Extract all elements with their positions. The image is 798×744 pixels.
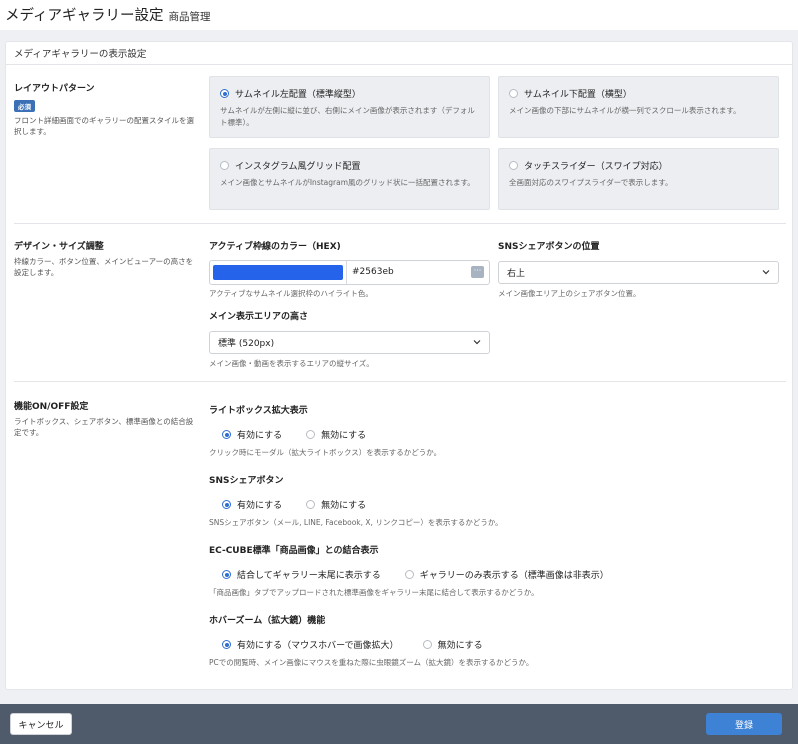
page-title: メディアギャラリー設定 (5, 8, 164, 24)
sns-label: SNSシェアボタン (209, 476, 284, 486)
design-title: デザイン・サイズ調整 (14, 242, 104, 252)
merge-help: 「商品画像」タブでアップロードされた標準画像をギャラリー末尾に結合して表示するか… (209, 588, 539, 597)
lightbox-label: ライトボックス拡大表示 (209, 406, 308, 416)
page-subtitle: 商品管理 (168, 11, 211, 23)
design-desc: 枠線カラー、ボタン位置、メインビューアーの高さを設定します。 (14, 257, 194, 277)
hover-help: PCでの閲覧時、メイン画像にマウスを重ねた際に虫眼鏡ズーム（拡大鏡）を表示するか… (209, 658, 534, 667)
merge-on-option[interactable]: 結合してギャラリー末尾に表示する (222, 568, 381, 581)
select-value: 右上 (507, 269, 526, 279)
hover-options: 有効にする（マウスホバーで画像拡大） 無効にする (222, 638, 507, 651)
radio-icon[interactable] (422, 640, 432, 649)
hover-on-option[interactable]: 有効にする（マウスホバーで画像拡大） (222, 638, 399, 651)
layout-title: レイアウトパターン (14, 84, 95, 94)
cancel-button[interactable]: キャンセル (10, 713, 72, 735)
option-label: 有効にする（マウスホバーで画像拡大） (237, 641, 399, 651)
page-header: メディアギャラリー設定 商品管理 (0, 0, 798, 30)
option-desc: メイン画像の下部にサムネイルが横一列でスクロール表示されます。 (509, 106, 741, 115)
sns-position-select[interactable]: 右上 (498, 261, 779, 284)
lightbox-off-option[interactable]: 無効にする (306, 428, 366, 441)
lightbox-options: 有効にする 無効にする (222, 428, 390, 441)
radio-icon[interactable] (306, 430, 316, 439)
option-label: 結合してギャラリー末尾に表示する (237, 571, 381, 581)
more-icon[interactable]: ··· (471, 266, 484, 278)
option-label: ギャラリーのみ表示する（標準画像は非表示） (419, 571, 609, 581)
divider (14, 381, 786, 382)
radio-icon[interactable] (306, 500, 316, 509)
option-label: 無効にする (437, 641, 483, 651)
radio-icon[interactable] (220, 161, 229, 170)
option-label: タッチスライダー（スワイプ対応） (524, 162, 668, 172)
layout-desc: フロント詳細画面でのギャラリーの配置スタイルを選択します。 (14, 116, 194, 136)
design-section-label: デザイン・サイズ調整 枠線カラー、ボタン位置、メインビューアーの高さを設定します… (14, 239, 199, 278)
radio-icon[interactable] (509, 161, 518, 170)
option-desc: サムネイルが左側に縦に並び、右側にメイン画像が表示されます（デフォルト標準）。 (220, 106, 475, 127)
option-label: サムネイル左配置（標準縦型） (235, 90, 361, 100)
chevron-down-icon (473, 340, 481, 345)
required-badge: 必須 (14, 100, 35, 112)
radio-selected-icon[interactable] (222, 500, 231, 509)
main-height-label: メイン表示エリアの高さ (209, 312, 309, 322)
layout-option-bottom[interactable]: サムネイル下配置（横型） メイン画像の下部にサムネイルが横一列でスクロール表示さ… (498, 76, 779, 138)
color-field-label: アクティブ枠線のカラー（HEX) (209, 242, 341, 252)
layout-option-slider[interactable]: タッチスライダー（スワイプ対応） 全画面対応のスワイプスライダーで表示します。 (498, 148, 779, 210)
hover-off-option[interactable]: 無効にする (422, 638, 483, 651)
sns-position-help: メイン画像エリア上のシェアボタン位置。 (498, 289, 641, 298)
hex-input[interactable]: #2563eb (352, 267, 394, 277)
lightbox-on-option[interactable]: 有効にする (222, 428, 282, 441)
select-value: 標準 (520px) (218, 339, 275, 349)
hover-label: ホバーズーム（拡大鏡）機能 (209, 616, 326, 626)
color-help: アクティブなサムネイル選択枠のハイライト色。 (209, 289, 373, 298)
radio-selected-icon[interactable] (222, 640, 231, 649)
footer-bar: キャンセル 登録 (0, 704, 798, 744)
main-height-select[interactable]: 標準 (520px) (209, 331, 490, 354)
feature-title: 機能ON/OFF設定 (14, 402, 89, 412)
sns-on-option[interactable]: 有効にする (222, 498, 282, 511)
layout-option-left[interactable]: サムネイル左配置（標準縦型） サムネイルが左側に縦に並び、右側にメイン画像が表示… (209, 76, 490, 138)
color-picker-field[interactable]: #2563eb ··· (209, 260, 490, 285)
radio-selected-icon[interactable] (222, 430, 231, 439)
feature-desc: ライトボックス、シェアボタン、標準画像との結合設定です。 (14, 417, 194, 437)
chevron-down-icon (762, 270, 770, 275)
separator (346, 261, 347, 284)
feature-section-label: 機能ON/OFF設定 ライトボックス、シェアボタン、標準画像との結合設定です。 (14, 399, 199, 438)
option-label: サムネイル下配置（横型） (524, 90, 632, 100)
option-label: 有効にする (237, 501, 283, 511)
sns-off-option[interactable]: 無効にする (306, 498, 366, 511)
layout-section-label: レイアウトパターン 必須 フロント詳細画面でのギャラリーの配置スタイルを選択しま… (14, 81, 199, 137)
layout-option-grid[interactable]: インスタグラム風グリッド配置 メイン画像とサムネイルがInstagram風のグリ… (209, 148, 490, 210)
radio-selected-icon[interactable] (220, 89, 229, 98)
option-desc: メイン画像とサムネイルがInstagram風のグリッド状に一括配置されます。 (220, 178, 475, 187)
radio-icon[interactable] (509, 89, 518, 98)
card-title: メディアギャラリーの表示設定 (6, 42, 792, 65)
merge-off-option[interactable]: ギャラリーのみ表示する（標準画像は非表示） (404, 568, 609, 581)
lightbox-help: クリック時にモーダル（拡大ライトボックス）を表示するかどうか。 (209, 448, 442, 457)
option-desc: 全画面対応のスワイプスライダーで表示します。 (509, 178, 673, 187)
settings-card: メディアギャラリーの表示設定 レイアウトパターン 必須 フロント詳細画面でのギャ… (5, 41, 793, 690)
sns-options: 有効にする 無効にする (222, 498, 390, 511)
sns-position-label: SNSシェアボタンの位置 (498, 242, 600, 252)
color-swatch[interactable] (213, 265, 343, 280)
option-label: インスタグラム風グリッド配置 (235, 162, 361, 172)
option-label: 有効にする (237, 431, 283, 441)
divider (14, 223, 786, 224)
sns-help: SNSシェアボタン（メール, LINE, Facebook, X, リンクコピー… (209, 518, 503, 527)
main-height-help: メイン画像・動画を表示するエリアの縦サイズ。 (209, 359, 374, 368)
merge-options: 結合してギャラリー末尾に表示する ギャラリーのみ表示する（標準画像は非表示） (222, 568, 633, 581)
radio-icon[interactable] (404, 570, 414, 579)
save-button[interactable]: 登録 (706, 713, 782, 735)
option-label: 無効にする (321, 501, 367, 511)
merge-label: EC-CUBE標準「商品画像」との結合表示 (209, 546, 379, 556)
option-label: 無効にする (321, 431, 367, 441)
radio-selected-icon[interactable] (222, 570, 231, 579)
